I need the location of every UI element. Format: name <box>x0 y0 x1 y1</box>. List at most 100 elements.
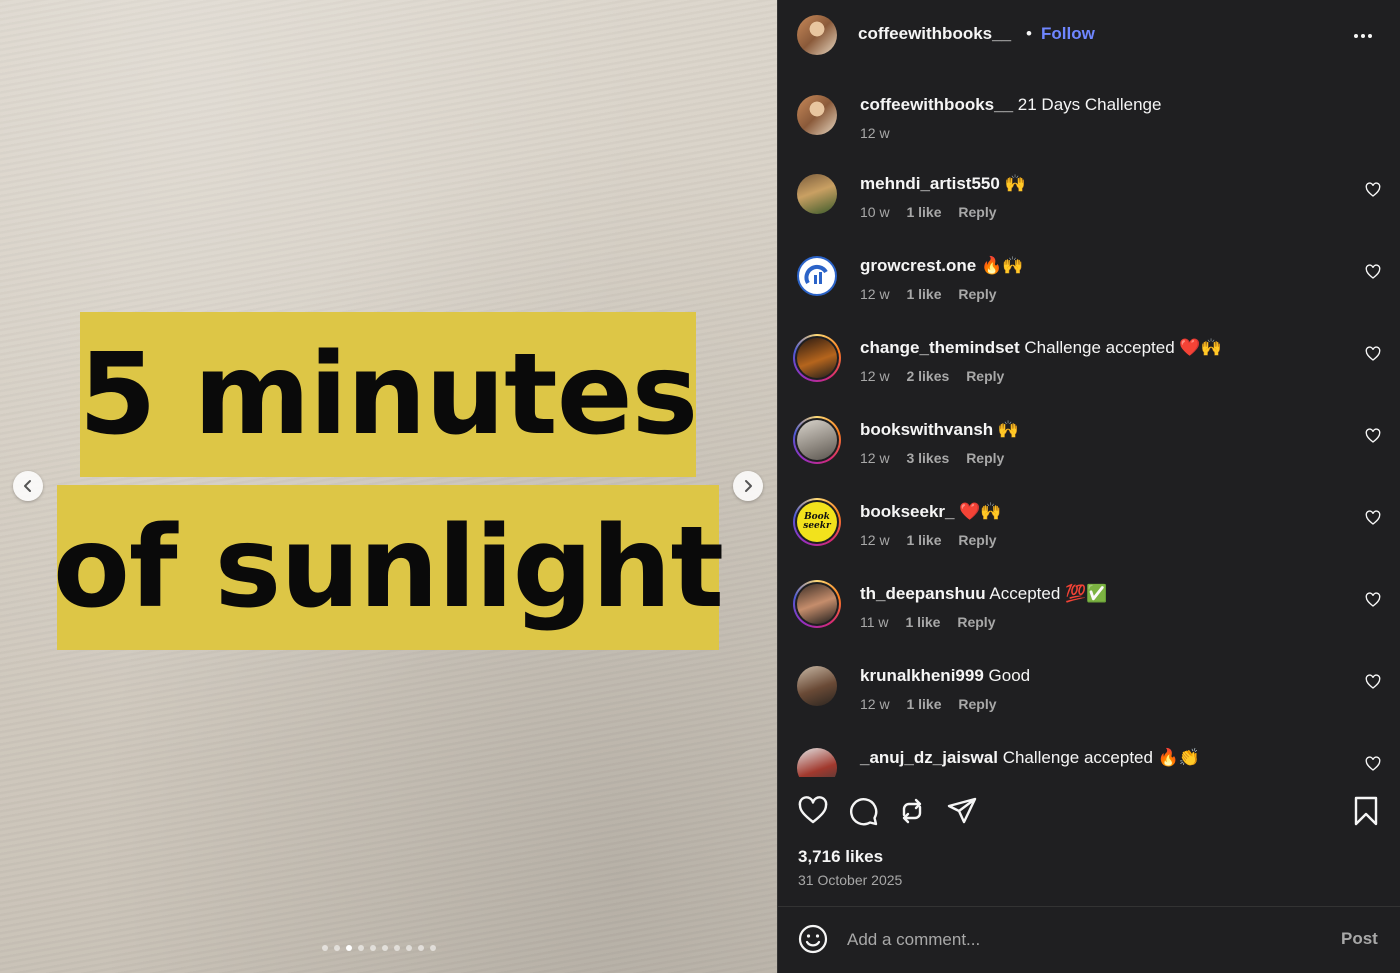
comment-likes[interactable]: 1 like <box>906 204 941 220</box>
heart-icon[interactable] <box>1365 182 1381 198</box>
like-heart-icon[interactable] <box>797 795 829 827</box>
avatar-story-ring[interactable] <box>793 580 841 628</box>
carousel-dot <box>382 945 388 951</box>
heart-icon[interactable] <box>1365 674 1381 690</box>
list-item: growcrest.one 🔥🙌 12 w 1 like Reply <box>777 256 1400 326</box>
comment-likes[interactable]: 3 likes <box>906 450 949 466</box>
reply-button[interactable]: Reply <box>958 204 996 220</box>
avatar-story-ring[interactable] <box>793 334 841 382</box>
repost-icon[interactable] <box>896 795 928 827</box>
headline-line-1: 5 minutes <box>79 312 698 477</box>
comment-time: 12 w <box>860 286 890 302</box>
carousel-next-button[interactable] <box>733 471 763 501</box>
avatar[interactable] <box>797 666 837 706</box>
avatar[interactable] <box>797 748 837 777</box>
comment-username[interactable]: bookseekr_ <box>860 502 955 521</box>
comment-icon[interactable] <box>847 795 879 827</box>
avatar-story-ring[interactable] <box>793 416 841 464</box>
comment-composer: Post <box>777 907 1400 973</box>
comment-likes[interactable]: 1 like <box>906 696 941 712</box>
caption-meta: 12 w <box>860 125 903 141</box>
avatar[interactable] <box>797 256 837 296</box>
list-item: change_themindset Challenge accepted ❤️🙌… <box>777 334 1400 408</box>
avatar <box>797 584 837 624</box>
post-actions: 3,716 likes 31 October 2025 <box>777 777 1400 907</box>
carousel-indicator <box>322 945 436 951</box>
reply-button[interactable]: Reply <box>958 532 996 548</box>
avatar[interactable] <box>797 15 837 55</box>
comment-body: Good <box>988 666 1031 685</box>
comment-meta: 11 w 1 like Reply <box>860 614 1008 630</box>
caption-text: coffeewithbooks__ 21 Days Challenge <box>860 95 1161 115</box>
avatar[interactable] <box>797 95 837 135</box>
emoji-icon[interactable] <box>797 923 829 955</box>
carousel-prev-button[interactable] <box>13 471 43 501</box>
reply-button[interactable]: Reply <box>957 614 995 630</box>
reply-button[interactable]: Reply <box>966 368 1004 384</box>
comment-meta: 12 w 1 like Reply <box>860 696 1010 712</box>
heart-icon[interactable] <box>1365 756 1381 772</box>
comment-meta: 12 w 2 likes Reply <box>860 368 1017 384</box>
list-item: bookswithvansh 🙌 12 w 3 likes Reply <box>777 416 1400 490</box>
avatar <box>797 420 837 460</box>
author-username[interactable]: coffeewithbooks__ <box>858 24 1011 44</box>
comment-username[interactable]: krunalkheni999 <box>860 666 984 685</box>
heart-icon[interactable] <box>1365 346 1381 362</box>
comment-username[interactable]: _anuj_dz_jaiswal <box>860 748 998 767</box>
comment-username[interactable]: bookswithvansh <box>860 420 993 439</box>
share-icon[interactable] <box>946 795 978 827</box>
comment-username[interactable]: mehndi_artist550 <box>860 174 1000 193</box>
heart-icon[interactable] <box>1365 510 1381 526</box>
follow-button[interactable]: Follow <box>1041 24 1095 44</box>
comment-body: ❤️🙌 <box>959 502 1002 521</box>
comment-likes[interactable]: 1 like <box>905 614 940 630</box>
comment-body: Challenge accepted 🔥👏 <box>1002 748 1201 767</box>
comment-text: _anuj_dz_jaiswal Challenge accepted 🔥👏 <box>860 748 1200 768</box>
comment-time: 12 w <box>860 532 890 548</box>
comment-time: 12 w <box>860 368 890 384</box>
carousel-dot <box>394 945 400 951</box>
heart-icon[interactable] <box>1365 264 1381 280</box>
comment-likes[interactable]: 1 like <box>906 532 941 548</box>
reply-button[interactable]: Reply <box>958 696 996 712</box>
likes-count[interactable]: 3,716 likes <box>798 847 883 867</box>
caption-time: 12 w <box>860 125 890 141</box>
comment-username[interactable]: growcrest.one <box>860 256 976 275</box>
caption-body: 21 Days Challenge <box>1017 95 1162 114</box>
comment-input[interactable] <box>847 925 1317 955</box>
heart-icon[interactable] <box>1365 428 1381 444</box>
comment-body: Challenge accepted ❤️🙌 <box>1024 338 1222 357</box>
separator-dot: • <box>1026 24 1032 43</box>
comment-text: bookseekr_ ❤️🙌 <box>860 502 1002 522</box>
comment-meta: 12 w 3 likes Reply <box>860 450 1017 466</box>
comment-likes[interactable]: 2 likes <box>906 368 949 384</box>
avatar-story-ring[interactable]: Book seekr <box>793 498 841 546</box>
reply-button[interactable]: Reply <box>966 450 1004 466</box>
divider <box>777 0 778 973</box>
carousel-dot <box>406 945 412 951</box>
carousel-dot <box>358 945 364 951</box>
comment-username[interactable]: th_deepanshuu <box>860 584 986 603</box>
heart-icon[interactable] <box>1365 592 1381 608</box>
growcrest-logo-icon <box>804 264 828 285</box>
comment-likes[interactable]: 1 like <box>906 286 941 302</box>
caption-username[interactable]: coffeewithbooks__ <box>860 95 1013 114</box>
post-button[interactable]: Post <box>1341 929 1378 949</box>
comment-text: krunalkheni999 Good <box>860 666 1030 686</box>
comment-username[interactable]: change_themindset <box>860 338 1020 357</box>
comment-body: 🙌 <box>997 420 1020 439</box>
bookmark-icon[interactable] <box>1350 795 1382 827</box>
list-item: th_deepanshuu Accepted 💯✅ 11 w 1 like Re… <box>777 580 1400 654</box>
caption: coffeewithbooks__ 21 Days Challenge 12 w <box>777 95 1400 165</box>
avatar[interactable] <box>797 174 837 214</box>
carousel-dot <box>370 945 376 951</box>
reply-button[interactable]: Reply <box>958 286 996 302</box>
list-item: Book seekr bookseekr_ ❤️🙌 12 w 1 like Re… <box>777 498 1400 572</box>
comment-meta: 10 w 1 like Reply <box>860 204 1010 220</box>
chevron-right-icon <box>745 480 752 492</box>
more-options-icon[interactable] <box>1351 24 1375 48</box>
comment-text: growcrest.one 🔥🙌 <box>860 256 1023 276</box>
comment-text: th_deepanshuu Accepted 💯✅ <box>860 584 1107 604</box>
post-date: 31 October 2025 <box>798 872 903 888</box>
comment-body: 🔥🙌 <box>980 256 1024 275</box>
